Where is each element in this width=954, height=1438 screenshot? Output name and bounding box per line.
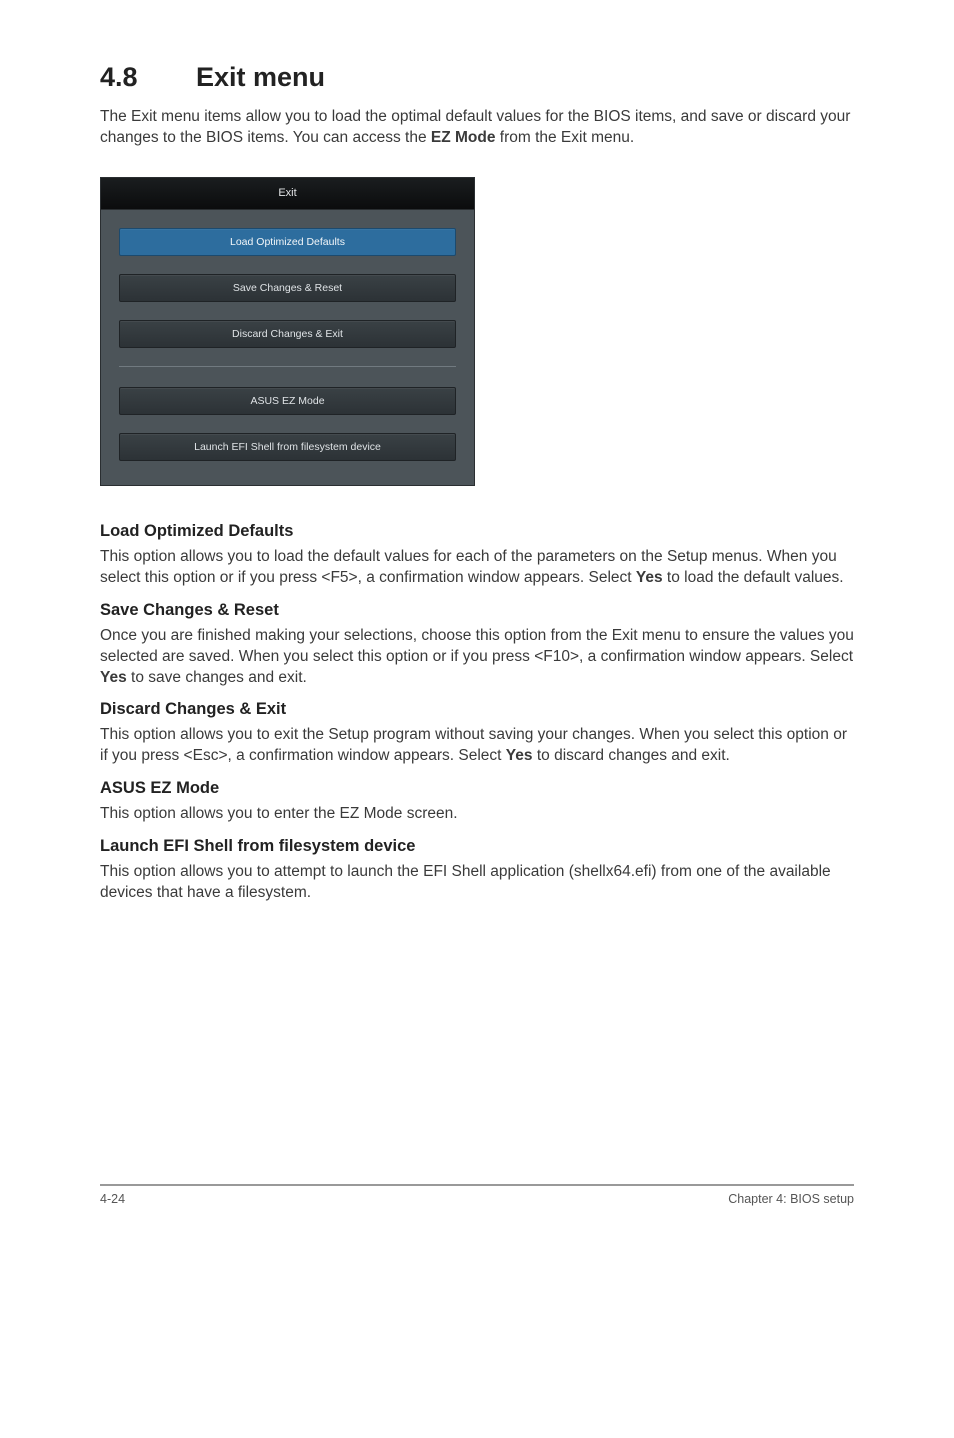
page-number: 4-24 bbox=[100, 1192, 125, 1206]
section-number: 4.8 bbox=[100, 62, 196, 93]
footer-rule bbox=[100, 1184, 854, 1186]
intro-paragraph: The Exit menu items allow you to load th… bbox=[100, 107, 854, 149]
ez-mode-heading: ASUS EZ Mode bbox=[100, 779, 854, 798]
launch-efi-shell-button[interactable]: Launch EFI Shell from filesystem device bbox=[119, 433, 456, 461]
load-defaults-paragraph: This option allows you to load the defau… bbox=[100, 547, 854, 589]
text-bold: Yes bbox=[100, 669, 127, 686]
discard-changes-paragraph: This option allows you to exit the Setup… bbox=[100, 725, 854, 767]
efi-shell-paragraph: This option allows you to attempt to lau… bbox=[100, 862, 854, 904]
discard-changes-heading: Discard Changes & Exit bbox=[100, 700, 854, 719]
efi-shell-heading: Launch EFI Shell from filesystem device bbox=[100, 837, 854, 856]
text: to save changes and exit. bbox=[127, 669, 307, 686]
section-title: Exit menu bbox=[196, 62, 325, 92]
intro-post: from the Exit menu. bbox=[495, 129, 634, 146]
load-defaults-heading: Load Optimized Defaults bbox=[100, 522, 854, 541]
save-changes-heading: Save Changes & Reset bbox=[100, 601, 854, 620]
text-bold: Yes bbox=[506, 747, 533, 764]
load-optimized-defaults-button[interactable]: Load Optimized Defaults bbox=[119, 228, 456, 256]
bios-body: Load Optimized Defaults Save Changes & R… bbox=[101, 210, 474, 485]
page-footer: 4-24 Chapter 4: BIOS setup bbox=[100, 1192, 854, 1206]
asus-ez-mode-button[interactable]: ASUS EZ Mode bbox=[119, 387, 456, 415]
text: Once you are finished making your select… bbox=[100, 627, 854, 665]
section-heading: 4.8Exit menu bbox=[100, 62, 854, 93]
text-bold: Yes bbox=[636, 569, 663, 586]
text: This option allows you to exit the Setup… bbox=[100, 726, 847, 764]
bios-header: Exit bbox=[101, 178, 474, 210]
save-changes-paragraph: Once you are finished making your select… bbox=[100, 626, 854, 689]
text: to discard changes and exit. bbox=[533, 747, 730, 764]
discard-changes-exit-button[interactable]: Discard Changes & Exit bbox=[119, 320, 456, 348]
chapter-label: Chapter 4: BIOS setup bbox=[728, 1192, 854, 1206]
bios-exit-screenshot: Exit Load Optimized Defaults Save Change… bbox=[100, 177, 475, 486]
intro-bold: EZ Mode bbox=[431, 129, 496, 146]
text: to load the default values. bbox=[663, 569, 844, 586]
bios-divider bbox=[119, 366, 456, 367]
ez-mode-paragraph: This option allows you to enter the EZ M… bbox=[100, 804, 854, 825]
save-changes-reset-button[interactable]: Save Changes & Reset bbox=[119, 274, 456, 302]
